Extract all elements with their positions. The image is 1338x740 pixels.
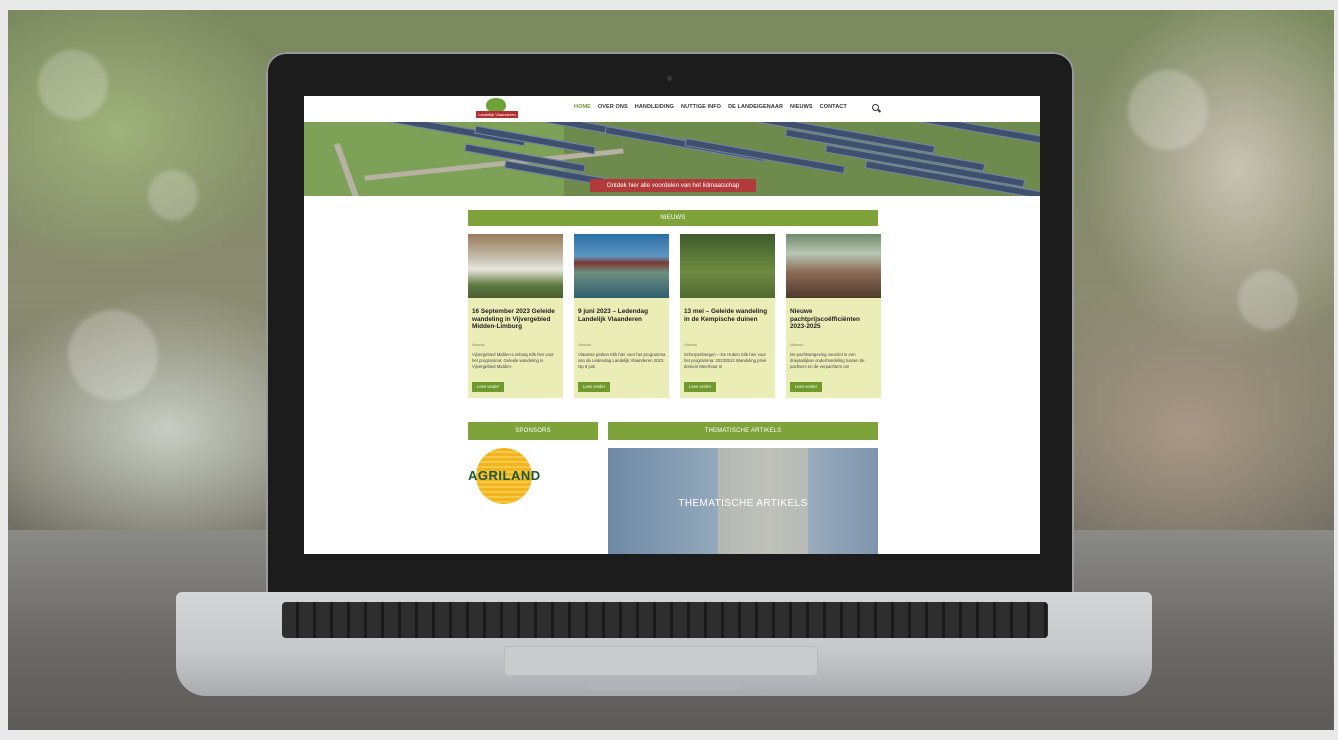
news-card[interactable]: Nieuwe pachtprijscoëfficiënten 2023-2025… <box>786 234 881 398</box>
lid-notch <box>584 680 744 690</box>
logo-text: Landelijk Vlaanderen <box>476 111 518 118</box>
news-image-wetland <box>680 234 775 298</box>
news-card-category: Nieuws <box>790 342 804 347</box>
news-card-title[interactable]: 9 juni 2023 – Ledendag Landelijk Vlaande… <box>578 308 666 323</box>
sponsors-heading: SPONSORS <box>468 422 598 440</box>
news-card-category: Nieuws <box>472 342 486 347</box>
site-header: Landelijk Vlaanderen HOME OVER ONS HANDL… <box>304 96 1040 122</box>
news-card-category: Nieuws <box>578 342 592 347</box>
news-card[interactable]: 16 September 2023 Geleide wandeling in V… <box>468 234 563 398</box>
menu-item-over-ons[interactable]: OVER ONS <box>598 104 628 110</box>
menu-item-nuttige-info[interactable]: NUTTIGE INFO <box>681 104 721 110</box>
menu-item-handleiding[interactable]: HANDLEIDING <box>635 104 674 110</box>
thematic-heading: THEMATISCHE ARTIKELS <box>608 422 878 440</box>
news-heading: NIEUWS <box>468 210 878 226</box>
main-menu: HOME OVER ONS HANDLEIDING NUTTIGE INFO D… <box>574 104 847 110</box>
trackpad <box>504 646 818 676</box>
bokeh-light <box>38 50 108 120</box>
agriland-logo[interactable]: AGRILAND <box>468 448 541 508</box>
bokeh-light <box>68 310 158 400</box>
news-card-title[interactable]: 13 mei – Geleide wandeling in de Kempisc… <box>684 308 772 323</box>
news-card-excerpt: Scherpenbergen – De Hutten Klik hier voo… <box>684 352 767 369</box>
thematic-banner-title: THEMATISCHE ARTIKELS <box>678 498 808 509</box>
menu-item-nieuws[interactable]: NIEUWS <box>790 104 813 110</box>
tree-logo-icon <box>486 98 506 112</box>
read-more-button[interactable]: Lees verder <box>790 382 823 392</box>
menu-item-contact[interactable]: CONTACT <box>820 104 847 110</box>
hero-banner: Ontdek hier alle voordelen van het lidma… <box>304 122 1040 196</box>
solar-panel-row <box>904 122 1040 145</box>
news-image-cottongrass <box>468 234 563 298</box>
news-card-excerpt: De pachtwetgeving voorziet in een drieja… <box>790 352 865 369</box>
news-image-castle <box>574 234 669 298</box>
news-card-title[interactable]: Nieuwe pachtprijscoëfficiënten 2023-2025 <box>790 308 878 331</box>
news-card[interactable]: 9 juni 2023 – Ledendag Landelijk Vlaande… <box>574 234 669 398</box>
solar-panel-row <box>684 137 846 175</box>
news-card-excerpt: Vlaamse parken Klik hier voor het progra… <box>578 352 666 369</box>
webcam <box>667 76 672 81</box>
menu-item-de-landeigenaar[interactable]: DE LANDEIGENAAR <box>728 104 783 110</box>
thematic-articles-banner[interactable]: THEMATISCHE ARTIKELS <box>608 448 878 554</box>
agriland-logo-text: AGRILAND <box>468 468 541 483</box>
laptop-lid: Landelijk Vlaanderen HOME OVER ONS HANDL… <box>266 52 1074 596</box>
news-image-money-plants <box>786 234 881 298</box>
read-more-button[interactable]: Lees verder <box>684 382 717 392</box>
news-card-category: Nieuws <box>684 342 698 347</box>
bokeh-light <box>1128 70 1208 150</box>
laptop-screen: Landelijk Vlaanderen HOME OVER ONS HANDL… <box>304 96 1040 554</box>
menu-item-home[interactable]: HOME <box>574 104 591 110</box>
bokeh-light <box>148 170 198 220</box>
site-logo[interactable]: Landelijk Vlaanderen <box>476 98 518 120</box>
news-card[interactable]: 13 mei – Geleide wandeling in de Kempisc… <box>680 234 775 398</box>
search-icon[interactable] <box>872 104 879 111</box>
laptop-base <box>176 592 1152 696</box>
bokeh-light <box>1238 270 1298 330</box>
read-more-button[interactable]: Lees verder <box>578 382 611 392</box>
read-more-button[interactable]: Lees verder <box>472 382 505 392</box>
membership-cta-button[interactable]: Ontdek hier alle voordelen van het lidma… <box>590 179 756 192</box>
keyboard <box>282 602 1048 638</box>
news-card-excerpt: Vijvergebied Midden-Limburg Klik hier vo… <box>472 352 554 369</box>
news-card-title[interactable]: 16 September 2023 Geleide wandeling in V… <box>472 308 560 331</box>
